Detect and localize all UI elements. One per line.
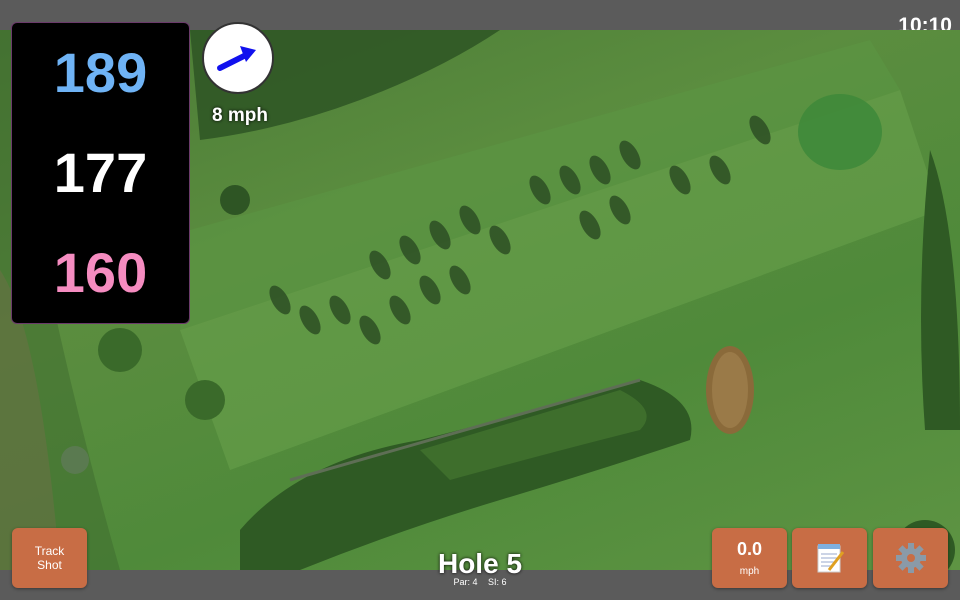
arrow-right-up-icon bbox=[217, 46, 256, 71]
hole-par: Par: 4 bbox=[453, 577, 478, 587]
track-shot-label: Track Shot bbox=[34, 544, 65, 572]
yardage-panel: 189 177 160 bbox=[11, 22, 190, 324]
track-shot-button[interactable]: Track Shot bbox=[12, 528, 87, 588]
settings-button[interactable] bbox=[873, 528, 948, 588]
wind-speed: 8 mph bbox=[212, 105, 268, 126]
speed-unit: mph bbox=[739, 566, 760, 577]
front-yardage: 160 bbox=[53, 241, 148, 304]
hole-title: Hole 5 bbox=[437, 548, 523, 579]
back-yardage: 189 bbox=[53, 41, 148, 104]
gear-icon bbox=[895, 543, 926, 573]
middle-yardage: 177 bbox=[53, 141, 148, 204]
notes-button[interactable] bbox=[792, 528, 867, 588]
hole-stroke-index: SI: 6 bbox=[488, 577, 507, 587]
speed-button[interactable]: 0.0 mph bbox=[712, 528, 787, 588]
notepad-icon bbox=[817, 544, 844, 573]
hole-info: Par: 4 SI: 6 bbox=[380, 577, 580, 587]
speed-value: 0.0 bbox=[736, 539, 763, 559]
wind-direction-indicator bbox=[202, 22, 274, 94]
